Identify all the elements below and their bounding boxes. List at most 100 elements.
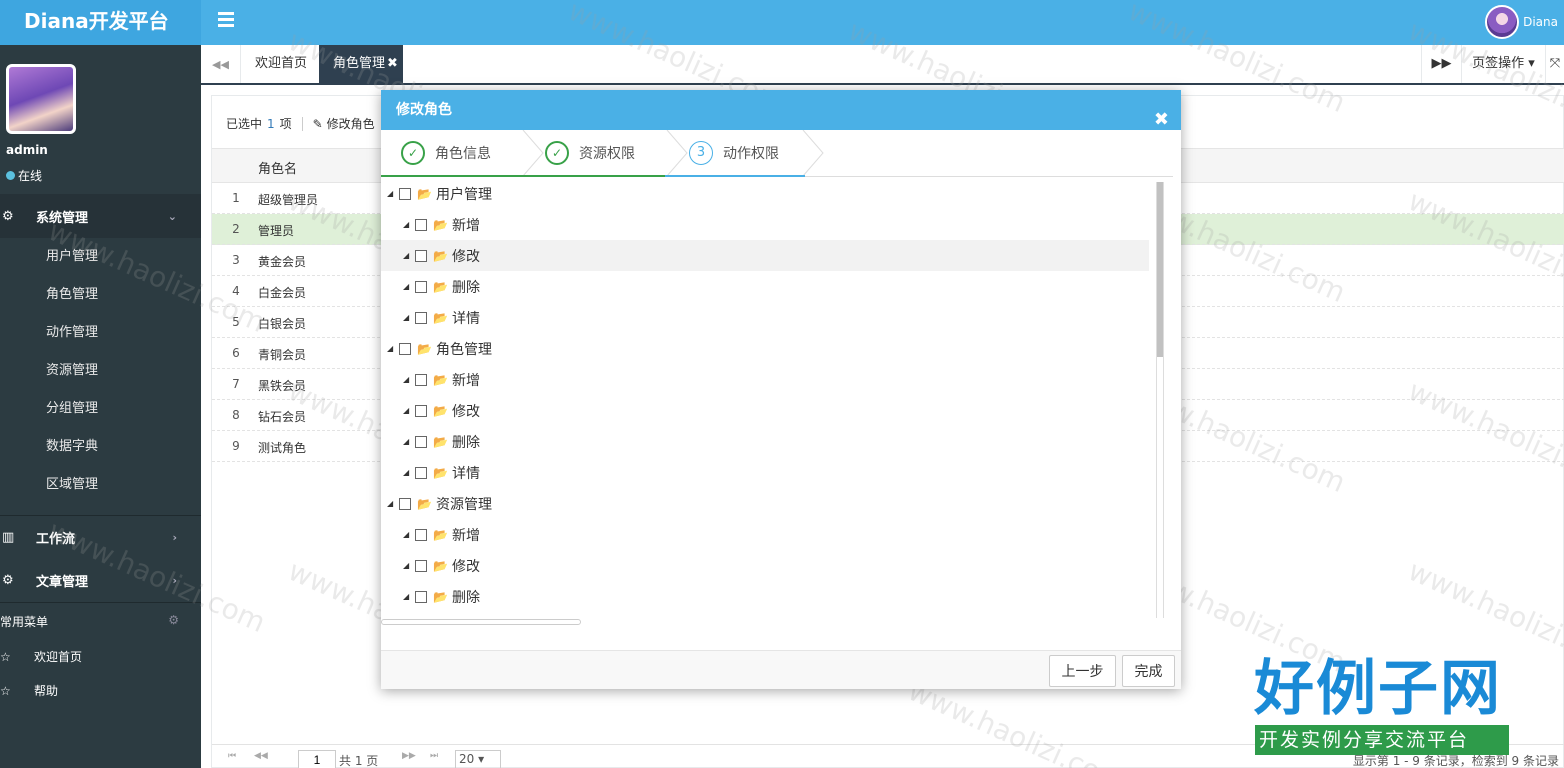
sidebar-item-dictionary[interactable]: 数据字典 (0, 428, 201, 466)
step-number: 3 (689, 140, 713, 165)
tree-checkbox[interactable] (415, 311, 427, 324)
menu-group-system[interactable]: ⚙ 系统管理 ⌄ (0, 194, 201, 238)
expand-triangle-icon[interactable]: ◢ (387, 189, 397, 198)
sidebar-item-resources[interactable]: 资源管理 (0, 352, 201, 390)
tree-checkbox[interactable] (415, 404, 427, 417)
tabs-scroll-left-icon[interactable]: ◀◀ (201, 45, 241, 83)
tree-node[interactable]: ◢📂详情 (381, 457, 1149, 488)
expand-triangle-icon[interactable]: ◢ (403, 282, 413, 291)
tree-node-label: 修改 (451, 248, 480, 265)
tree-node-label: 新增 (451, 217, 480, 234)
expand-triangle-icon[interactable]: ◢ (403, 561, 413, 570)
expand-triangle-icon[interactable]: ◢ (403, 592, 413, 601)
hamburger-menu-icon[interactable] (218, 12, 234, 28)
step-resource-permissions[interactable]: ✓ 资源权限 (545, 130, 635, 175)
tree-node-label: 删除 (451, 434, 480, 451)
brand-title[interactable]: Diana开发平台 (0, 0, 201, 45)
tree-node[interactable]: ◢ 📂 资源管理 (381, 488, 1149, 519)
prev-step-button[interactable]: 上一步 (1049, 655, 1116, 687)
tree-node[interactable]: ◢ 📂 删除 (381, 581, 1149, 612)
prev-page-icon[interactable]: ◀◀ (254, 751, 268, 761)
column-header-role-name[interactable]: 角色名 (258, 158, 297, 177)
tree-node[interactable]: ◢ 📂 删除 (381, 271, 1149, 302)
edit-role-label: 修改角色 (326, 117, 375, 131)
fullscreen-icon[interactable]: ⤧ (1545, 45, 1564, 83)
tab-role-management[interactable]: 角色管理 ✖ (319, 45, 403, 83)
page-size-select[interactable]: 20 ▾ (455, 750, 501, 768)
tree-checkbox[interactable] (399, 342, 411, 355)
logo-subtitle: 开发实例分享交流平台 (1255, 725, 1509, 755)
next-page-icon[interactable]: ▶▶ (402, 751, 416, 761)
expand-triangle-icon[interactable]: ◢ (387, 344, 397, 353)
tree-checkbox[interactable] (415, 559, 427, 572)
user-menu[interactable]: Diana (1485, 3, 1564, 41)
sidebar-item-groups[interactable]: 分组管理 (0, 390, 201, 428)
expand-triangle-icon[interactable]: ◢ (403, 375, 413, 384)
expand-triangle-icon[interactable]: ◢ (403, 313, 413, 322)
tree-checkbox[interactable] (399, 187, 411, 200)
tree-checkbox[interactable] (415, 218, 427, 231)
sidebar-item-actions[interactable]: 动作管理 (0, 314, 201, 352)
tree-checkbox[interactable] (415, 466, 427, 479)
tab-welcome[interactable]: 欢迎首页 (241, 45, 319, 83)
tree-node[interactable]: ◢ 📂 修改 (381, 395, 1149, 426)
tree-checkbox[interactable] (415, 373, 427, 386)
folder-open-icon: 📂 (433, 372, 448, 387)
page-ops-dropdown[interactable]: 页签操作 ▾ (1461, 45, 1545, 83)
menu-group-label: 工作流 (36, 532, 76, 547)
expand-triangle-icon[interactable]: ◢ (403, 251, 413, 260)
folder-open-icon: 📂 (433, 310, 448, 325)
tree-horizontal-scrollbar[interactable] (381, 619, 581, 625)
menu-group-workflow[interactable]: ▥ 工作流 › (0, 515, 201, 559)
step-separator-icon (802, 130, 824, 176)
tabs-scroll-right-icon[interactable]: ▶▶ (1421, 45, 1461, 83)
step-label: 资源权限 (579, 145, 635, 162)
sidebar-item-roles[interactable]: 角色管理 (0, 276, 201, 314)
tree-checkbox[interactable] (415, 280, 427, 293)
expand-triangle-icon[interactable]: ◢ (403, 468, 413, 477)
status-dot-icon (6, 171, 15, 180)
step-action-permissions[interactable]: 3 动作权限 (689, 130, 779, 175)
row-number: 6 (232, 346, 240, 360)
common-item-help[interactable]: ☆ 帮助 (0, 682, 201, 699)
expand-triangle-icon[interactable]: ◢ (403, 530, 413, 539)
sidebar-item-regions[interactable]: 区域管理 (0, 466, 201, 504)
tree-node[interactable]: ◢📂详情 (381, 302, 1149, 333)
tree-checkbox[interactable] (415, 435, 427, 448)
tree-checkbox[interactable] (399, 497, 411, 510)
last-page-icon[interactable]: ⏭ (430, 751, 438, 761)
page-number-input[interactable] (298, 750, 336, 768)
tab-close-icon[interactable]: ✖ (387, 56, 398, 71)
tree-node[interactable]: ◢ 📂 新增 (381, 519, 1149, 550)
tree-node[interactable]: ◢ 📂 角色管理 (381, 333, 1149, 364)
tree-node[interactable]: ◢ 📂 修改 (381, 240, 1149, 271)
sidebar-item-users[interactable]: 用户管理 (0, 238, 201, 276)
expand-triangle-icon[interactable]: ◢ (403, 437, 413, 446)
tree-vertical-scrollbar[interactable] (1156, 182, 1164, 618)
common-item-welcome[interactable]: ☆ 欢迎首页 (0, 648, 201, 665)
sidebar-username: admin (6, 143, 48, 157)
tree-checkbox[interactable] (415, 590, 427, 603)
star-icon: ☆ (0, 649, 11, 664)
expand-triangle-icon[interactable]: ◢ (403, 220, 413, 229)
tree-node[interactable]: ◢ 📂 新增 (381, 209, 1149, 240)
tree-checkbox[interactable] (415, 528, 427, 541)
top-bar: Diana开发平台 Diana (0, 0, 1564, 45)
finish-button[interactable]: 完成 (1122, 655, 1175, 687)
tree-node[interactable]: ◢ 📂 新增 (381, 364, 1149, 395)
selected-suffix: 项 (279, 117, 292, 131)
edit-role-button[interactable]: ✎ 修改角色 (313, 115, 375, 132)
gear-icon[interactable]: ⚙ (168, 613, 179, 630)
tree-checkbox[interactable] (415, 249, 427, 262)
tree-node[interactable]: ◢ 📂 修改 (381, 550, 1149, 581)
expand-triangle-icon[interactable]: ◢ (387, 499, 397, 508)
selected-prefix: 已选中 (226, 117, 263, 131)
scrollbar-thumb[interactable] (1157, 182, 1163, 357)
step-role-info[interactable]: ✓ 角色信息 (401, 130, 491, 175)
tree-node[interactable]: ◢ 📂 用户管理 (381, 178, 1149, 209)
tree-node[interactable]: ◢ 📂 删除 (381, 426, 1149, 457)
tree-node[interactable]: ◢📂详情 (381, 612, 1149, 618)
menu-group-articles[interactable]: ⚙ 文章管理 › (0, 559, 201, 603)
expand-triangle-icon[interactable]: ◢ (403, 406, 413, 415)
first-page-icon[interactable]: ⏮ (228, 751, 236, 761)
